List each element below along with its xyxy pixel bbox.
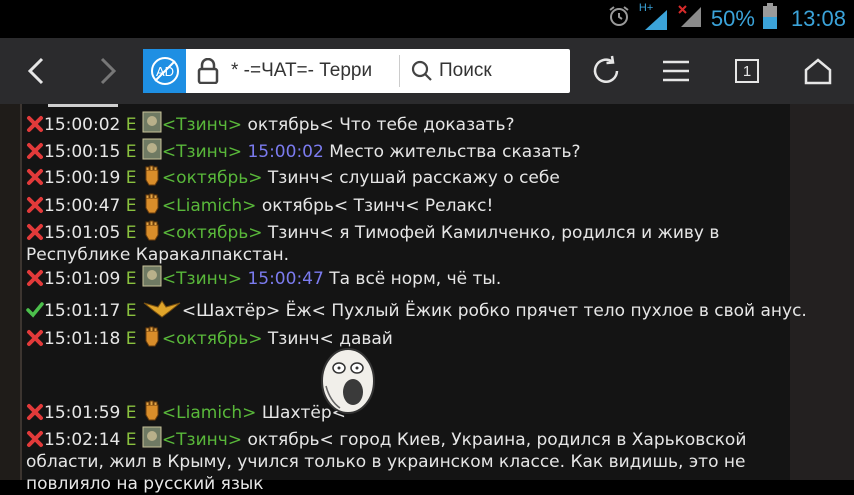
search-label[interactable]: Поиск <box>439 60 492 82</box>
message-time: 15:01:59 <box>44 403 121 423</box>
reply-time-link[interactable]: 15:00:47 <box>242 269 323 289</box>
sender-name[interactable]: <октябрь> <box>162 329 263 349</box>
message-flag[interactable]: E <box>126 168 137 188</box>
browser-toolbar: AD * -=ЧАТ=- Терри Поиск 1 <box>0 38 854 104</box>
delete-icon[interactable] <box>26 269 44 287</box>
chat-message: 15:01:05 E <октябрь> Тзинч< я Тимофей Ка… <box>26 219 776 266</box>
delete-icon[interactable] <box>26 168 44 186</box>
message-time: 15:00:02 <box>44 115 121 135</box>
back-button[interactable] <box>14 38 58 104</box>
chevron-right-icon <box>100 57 117 85</box>
tabs-count: 1 <box>742 62 752 80</box>
message-flag[interactable]: E <box>126 196 137 216</box>
status-icons: H+ 50% 13:08 <box>607 2 846 35</box>
message-flag[interactable]: E <box>126 115 137 135</box>
search-icon <box>411 60 433 86</box>
fist-avatar-icon[interactable] <box>142 219 162 241</box>
eagle-avatar-icon[interactable] <box>142 297 182 319</box>
fist-avatar-icon[interactable] <box>142 399 162 421</box>
delete-icon[interactable] <box>26 403 44 421</box>
message-time: 15:01:17 <box>44 301 121 321</box>
clock: 13:08 <box>790 6 846 31</box>
url-divider <box>399 55 400 87</box>
sender-name[interactable]: <Тзинч> <box>162 430 242 450</box>
adblock-button[interactable]: AD <box>143 49 186 93</box>
fist-avatar-icon[interactable] <box>142 325 162 347</box>
delete-icon[interactable] <box>26 430 44 448</box>
message-text: Место жительства сказать? <box>323 142 581 162</box>
shield-avatar-icon[interactable] <box>142 111 162 133</box>
message-text: Та всё норм, чё ты. <box>323 269 502 289</box>
message-flag[interactable]: E <box>126 142 137 162</box>
battery-percent: 50% <box>710 6 755 31</box>
chat-message: 15:01:17 E <Шахтёр> Ёж< Пухлый Ёжик робк… <box>26 297 807 322</box>
sender-name[interactable]: <Liamich> <box>162 403 257 423</box>
meme-face-icon <box>321 348 375 414</box>
delete-icon[interactable] <box>26 115 44 133</box>
adblock-icon: AD <box>150 57 179 85</box>
battery-icon <box>762 3 777 35</box>
shield-avatar-icon[interactable] <box>142 265 162 287</box>
alarm-icon <box>607 4 631 34</box>
sender-name[interactable]: <октябрь> <box>162 223 263 243</box>
delete-icon[interactable] <box>26 329 44 347</box>
side-gutter <box>790 104 854 480</box>
fist-avatar-icon[interactable] <box>142 164 162 186</box>
chat-message: 15:00:47 E <Liamich> октябрь< Тзинч< Рел… <box>26 192 493 217</box>
status-bar: H+ 50% 13:08 <box>0 0 854 38</box>
sender-name[interactable]: <Тзинч> <box>162 115 242 135</box>
message-text: Тзинч< слушай расскажу о себе <box>262 168 560 188</box>
menu-button[interactable] <box>654 38 698 104</box>
chat-message: 15:01:59 E <Liamich> Шахтёр< <box>26 399 346 424</box>
home-button[interactable] <box>796 38 840 104</box>
url-text[interactable]: * -=ЧАТ=- Терри <box>231 60 372 82</box>
delete-icon[interactable] <box>26 196 44 214</box>
chat-message: 15:00:02 E <Тзинч> октябрь< Что тебе док… <box>26 111 515 136</box>
shield-avatar-icon[interactable] <box>142 426 162 448</box>
chat-message: 15:02:14 E <Тзинч> октябрь< город Киев, … <box>26 426 776 495</box>
sender-name[interactable]: <Liamich> <box>162 196 257 216</box>
message-flag[interactable]: E <box>126 430 137 450</box>
address-bar[interactable]: AD * -=ЧАТ=- Терри Поиск <box>143 49 570 93</box>
message-time: 15:01:09 <box>44 269 121 289</box>
message-text: октябрь< Тзинч< Релакс! <box>256 196 494 216</box>
message-flag[interactable]: E <box>126 403 137 423</box>
message-time: 15:00:15 <box>44 142 121 162</box>
delete-icon[interactable] <box>26 142 44 160</box>
reload-icon <box>593 55 619 83</box>
signal-hplus-icon: H+ <box>639 2 669 32</box>
reply-time-link[interactable]: 15:00:02 <box>242 142 323 162</box>
tabs-count-icon: 1 <box>735 59 759 83</box>
chat-message: 15:00:15 E <Тзинч> 15:00:02 Место житель… <box>26 138 581 163</box>
message-text: октябрь< Что тебе доказать? <box>242 115 515 135</box>
message-time: 15:00:19 <box>44 168 121 188</box>
message-time: 15:01:05 <box>44 223 121 243</box>
sender-name[interactable]: <Тзинч> <box>162 269 242 289</box>
sender-name[interactable]: <октябрь> <box>162 168 263 188</box>
sender-name[interactable]: <Тзинч> <box>162 142 242 162</box>
message-time: 15:02:14 <box>44 430 121 450</box>
fist-avatar-icon[interactable] <box>142 192 162 214</box>
signal-no-service-icon <box>677 3 703 35</box>
scroll-indicator <box>48 104 118 107</box>
message-flag[interactable]: E <box>126 269 137 289</box>
tabs-button[interactable]: 1 <box>725 38 769 104</box>
forward-button[interactable] <box>86 38 130 104</box>
delete-icon[interactable] <box>26 223 44 241</box>
home-icon <box>804 58 832 85</box>
message-flag[interactable]: E <box>126 329 137 349</box>
message-flag[interactable]: E <box>126 223 137 243</box>
message-time: 15:01:18 <box>44 329 121 349</box>
message-time: 15:00:47 <box>44 196 121 216</box>
message-flag[interactable]: E <box>126 301 137 321</box>
hamburger-icon <box>663 60 689 82</box>
reload-button[interactable] <box>584 38 628 104</box>
lock-icon <box>197 57 219 88</box>
chat-message: 15:01:09 E <Тзинч> 15:00:47 Та всё норм,… <box>26 265 501 290</box>
check-icon[interactable] <box>26 301 44 319</box>
chevron-left-icon <box>27 57 44 85</box>
chat-message: 15:00:19 E <октябрь> Тзинч< слушай расск… <box>26 164 560 189</box>
message-text: <Шахтёр> Ёж< Пухлый Ёжик робко прячет те… <box>181 301 807 321</box>
shield-avatar-icon[interactable] <box>142 138 162 160</box>
